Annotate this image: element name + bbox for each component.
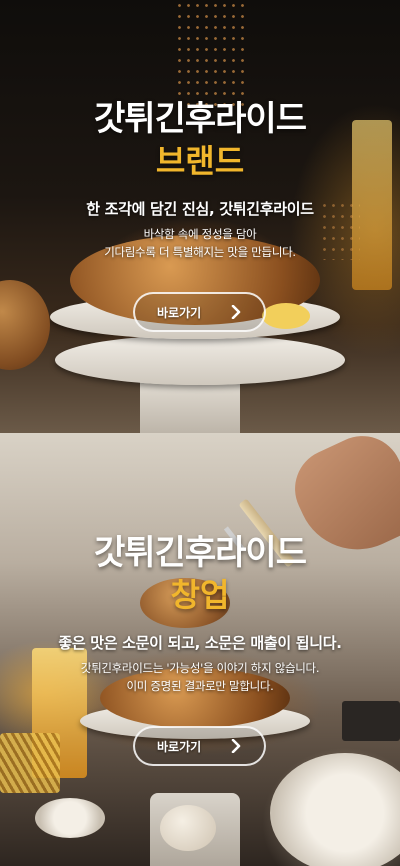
page: 갓튀긴후라이드 브랜드 한 조각에 담긴 진심, 갓튀긴후라이드 바삭함 속에 … [0,0,400,866]
startup-headline: 좋은 맛은 소문이 되고, 소문은 매출이 됩니다. [58,634,342,652]
startup-description-line-1: 갓튀긴후라이드는 '가능성'을 이야기 하지 않습니다. [80,661,320,675]
brand-description-line-1: 바삭함 속에 정성을 담아 [143,227,257,241]
brand-content: 갓튀긴후라이드 브랜드 한 조각에 담긴 진심, 갓튀긴후라이드 바삭함 속에 … [0,99,400,261]
fries-basket-image [0,733,60,793]
side-chicken-image [0,280,50,370]
startup-go-button[interactable]: 바로가기 [133,726,266,766]
brand-go-button-label: 바로가기 [157,305,202,320]
startup-content: 갓튀긴후라이드 창업 좋은 맛은 소문이 되고, 소문은 매출이 됩니다. 갓튀… [0,533,400,695]
startup-go-button-label: 바로가기 [157,739,202,754]
brand-description: 바삭함 속에 정성을 담아 기다림수록 더 특별해지는 맛을 만듭니다. [0,225,400,261]
startup-description-line-2: 이미 증명된 결과로만 말합니다. [126,679,274,693]
startup-title: 갓튀긴후라이드 [94,533,307,573]
brand-title: 갓튀긴후라이드 [94,99,307,139]
dark-box-image [342,701,400,741]
lemon-slice-image [262,303,310,329]
onion-chicken-dish-image [270,753,400,866]
brand-headline: 한 조각에 담긴 진심, 갓튀긴후라이드 [86,200,314,218]
brand-subtitle: 브랜드 [155,142,245,180]
garlic-image [160,805,216,851]
brand-description-line-2: 기다림수록 더 특별해지는 맛을 만듭니다. [104,245,296,259]
brand-section: 갓튀긴후라이드 브랜드 한 조각에 담긴 진심, 갓튀긴후라이드 바삭함 속에 … [0,0,400,433]
serving-plate-image [55,335,345,385]
brand-go-button[interactable]: 바로가기 [133,292,266,332]
chevron-right-icon [230,739,242,753]
falling-crumbs-decoration [175,0,245,110]
startup-section: 갓튀긴후라이드 창업 좋은 맛은 소문이 되고, 소문은 매출이 됩니다. 갓튀… [0,433,400,866]
chevron-right-icon [230,305,242,319]
startup-description: 갓튀긴후라이드는 '가능성'을 이야기 하지 않습니다. 이미 증명된 결과로만… [0,659,400,695]
startup-subtitle: 창업 [170,576,230,614]
sauce-bowl-image [35,798,105,838]
